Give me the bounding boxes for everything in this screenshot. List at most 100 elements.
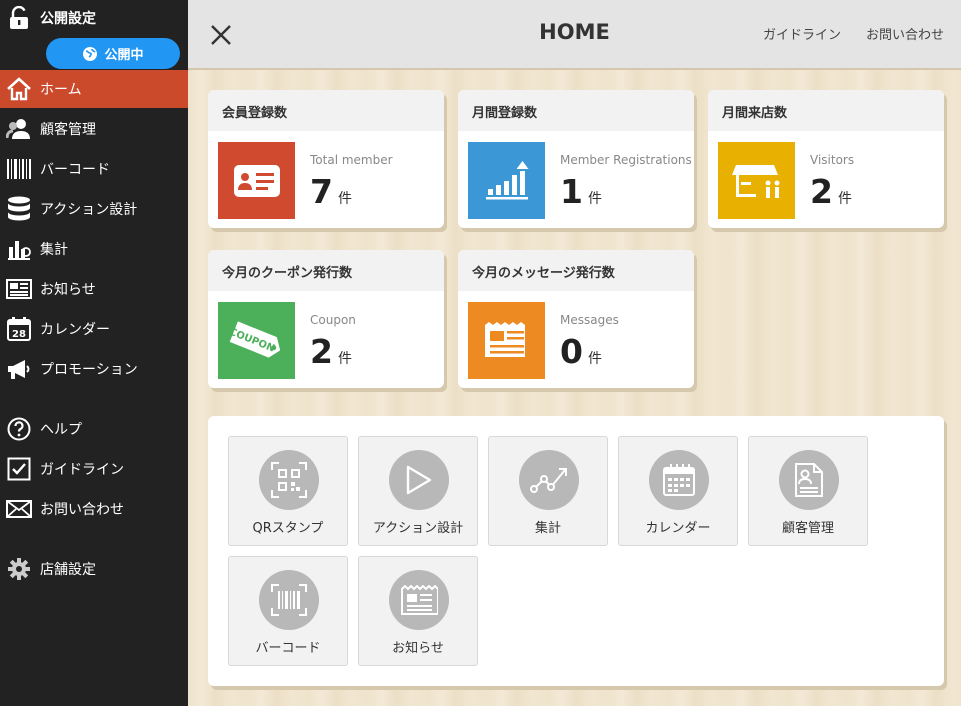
globe-icon (83, 46, 98, 61)
coupon-icon: COUPON (228, 320, 280, 358)
gear-icon (6, 556, 32, 582)
sidebar-item-customers[interactable]: 顧客管理 (0, 110, 188, 148)
newspaper-icon (484, 321, 525, 357)
card-subtitle: Coupon (310, 313, 356, 327)
stat-card-monthly-visitors: 月間来店数 Visitors 2 件 (708, 90, 944, 228)
shortcut-icon-circle (519, 450, 579, 510)
page-title: HOME (539, 20, 610, 44)
users-icon (6, 116, 32, 142)
unlock-icon (10, 6, 28, 29)
sidebar-item-barcode[interactable]: バーコード (0, 150, 188, 188)
card-value: 1 (560, 172, 583, 211)
shortcut-label: バーコード (255, 641, 321, 656)
shortcut-icon-circle (389, 450, 449, 510)
database-icon (6, 196, 32, 222)
sidebar-item-store-settings[interactable]: 店舗設定 (0, 550, 188, 588)
mail-icon (6, 496, 32, 522)
shortcut-icon-circle (389, 570, 449, 630)
shortcut-qr-stamp[interactable]: QRスタンプ (228, 436, 348, 546)
sidebar-item-calendar[interactable]: 28 カレンダー (0, 310, 188, 348)
sidebar-item-label: ホーム (40, 82, 82, 98)
sidebar-item-label: ガイドライン (40, 462, 124, 478)
checkbox-icon (6, 456, 32, 482)
sidebar-item-promotion[interactable]: プロモーション (0, 350, 188, 388)
shortcut-label: QRスタンプ (252, 521, 324, 536)
megaphone-icon (6, 356, 32, 382)
calendar-icon: 28 (6, 316, 32, 342)
stat-card-monthly-registrations: 月間登録数 Member Registrations 1 件 (458, 90, 694, 228)
card-subtitle: Total member (310, 153, 393, 167)
publish-status-text: 公開中 (104, 48, 144, 63)
card-unit: 件 (588, 351, 602, 367)
sidebar-item-label: お問い合わせ (40, 502, 124, 518)
sidebar-item-label: ヘルプ (40, 422, 82, 438)
card-unit: 件 (338, 191, 352, 207)
shortcut-label: アクション設計 (372, 521, 464, 536)
shortcut-news[interactable]: お知らせ (358, 556, 478, 666)
sidebar-item-label: 集計 (40, 242, 68, 258)
card-title: 今月のクーポン発行数 (208, 250, 444, 291)
card-subtitle: Visitors (810, 153, 855, 167)
sidebar-item-label: 顧客管理 (40, 122, 96, 138)
barcode-icon (6, 156, 32, 182)
sidebar-item-label: アクション設計 (40, 202, 138, 218)
stat-card-messages: 今月のメッセージ発行数 Messages 0 件 (458, 250, 694, 388)
shortcut-stats[interactable]: 集計 (488, 436, 608, 546)
shortcut-action-design[interactable]: アクション設計 (358, 436, 478, 546)
calendar-icon (663, 464, 695, 496)
qr-code-icon (271, 462, 307, 498)
sidebar-item-label: プロモーション (40, 362, 138, 378)
card-tile: COUPON (218, 302, 295, 379)
card-tile (218, 142, 295, 219)
shortcut-label: お知らせ (392, 641, 444, 656)
sidebar-item-label: 店舗設定 (40, 562, 96, 578)
member-card-icon (233, 164, 280, 197)
shortcut-icon-circle (259, 570, 319, 630)
card-tile (718, 142, 795, 219)
shortcut-customers[interactable]: 顧客管理 (748, 436, 868, 546)
barcode-icon (271, 584, 307, 616)
document-icon (795, 463, 823, 497)
top-bar: HOME ガイドライン お問い合わせ (188, 0, 961, 70)
sidebar-item-contact[interactable]: お問い合わせ (0, 490, 188, 528)
stats-icon (6, 236, 32, 262)
contact-link[interactable]: お問い合わせ (866, 24, 944, 43)
publish-settings[interactable]: 公開設定 (8, 6, 96, 30)
card-title: 月間来店数 (708, 90, 944, 131)
shortcut-label: カレンダー (645, 521, 711, 536)
sidebar-item-home[interactable]: ホーム (0, 70, 188, 108)
sidebar-item-stats[interactable]: 集計 (0, 230, 188, 268)
shortcut-barcode[interactable]: バーコード (228, 556, 348, 666)
guideline-link[interactable]: ガイドライン (763, 24, 841, 43)
main-content: HOME ガイドライン お問い合わせ 会員登録数 Total member 7 … (188, 0, 961, 706)
shortcut-panel: QRスタンプ アクション設計 集計 カレンダー 顧客管理 バーコード お知らせ (208, 416, 944, 686)
line-chart-icon (530, 468, 567, 493)
publish-status-badge[interactable]: 公開中 (46, 38, 180, 69)
card-unit: 件 (338, 351, 352, 367)
home-icon (6, 76, 32, 102)
sidebar-item-label: お知らせ (40, 282, 96, 298)
sidebar: 公開設定 公開中 ホーム 顧客管理 バーコード アクション設計 集計 お知らせ … (0, 0, 188, 706)
card-title: 今月のメッセージ発行数 (458, 250, 694, 291)
shortcut-calendar[interactable]: カレンダー (618, 436, 738, 546)
shortcut-icon-circle (259, 450, 319, 510)
card-title: 月間登録数 (458, 90, 694, 131)
sidebar-item-guideline[interactable]: ガイドライン (0, 450, 188, 488)
card-subtitle: Member Registrations (560, 153, 692, 167)
sidebar-item-help[interactable]: ヘルプ (0, 410, 188, 448)
stat-card-coupons: 今月のクーポン発行数 COUPON Coupon 2 件 (208, 250, 444, 388)
sidebar-item-label: カレンダー (40, 322, 110, 338)
stat-card-total-members: 会員登録数 Total member 7 件 (208, 90, 444, 228)
card-tile (468, 302, 545, 379)
sidebar-item-label: バーコード (40, 162, 110, 178)
sidebar-item-action-design[interactable]: アクション設計 (0, 190, 188, 228)
card-subtitle: Messages (560, 313, 619, 327)
sidebar-item-news[interactable]: お知らせ (0, 270, 188, 308)
card-unit: 件 (588, 191, 602, 207)
shortcut-icon-circle (649, 450, 709, 510)
help-icon (6, 416, 32, 442)
card-value: 2 (810, 172, 833, 211)
growth-chart-icon (485, 160, 528, 199)
shortcut-label: 顧客管理 (781, 521, 834, 536)
newspaper-icon (401, 585, 438, 615)
